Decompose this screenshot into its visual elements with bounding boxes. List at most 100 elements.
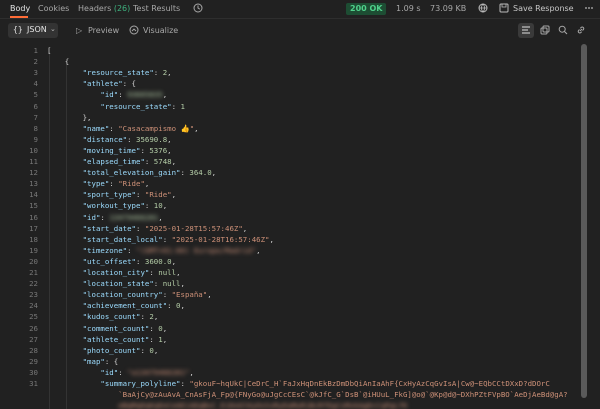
format-dropdown[interactable]: {} JSON ⌄	[8, 23, 58, 38]
line-content: "distance": 35690.8,	[47, 134, 172, 145]
code-token: "name"	[47, 123, 110, 133]
line-number: 12	[29, 168, 38, 178]
tab-test-results[interactable]: Test Results	[133, 4, 180, 13]
tab-headers[interactable]: Headers (26)	[78, 4, 130, 13]
line-content: "kudos_count": 2,	[47, 311, 159, 322]
globe-icon[interactable]	[478, 3, 488, 13]
line-number: 10	[29, 145, 38, 155]
code-token: "resource_state"	[47, 101, 172, 111]
line-number: 7	[33, 112, 38, 122]
save-icon[interactable]	[499, 3, 509, 13]
copy-icon[interactable]	[540, 25, 550, 35]
code-line: 29 "map": {	[0, 356, 580, 367]
code-token: 93665835	[127, 90, 163, 100]
search-icon[interactable]	[558, 25, 568, 35]
line-number: 4	[33, 79, 38, 89]
code-line: `BaAjCy@zAuAvA_CnAsFjA_Fp@{FNyGo@uJgCcCE…	[0, 389, 580, 400]
code-token: "2025-01-28T16:57:46Z"	[171, 234, 270, 244]
line-number: 1	[33, 46, 38, 55]
line-content: `BaAjCy@zAuAvA_CnAsFjA_Fp@{FNyGo@uJgCcCE…	[47, 389, 568, 400]
code-token: "map"	[47, 356, 105, 366]
code-token: 1	[180, 101, 185, 111]
status-badge[interactable]: 200 OK	[346, 3, 387, 15]
code-token: null	[158, 268, 177, 277]
code-line: 20 "utc_offset": 3600.0,	[0, 256, 580, 267]
line-content: "athlete": {	[47, 78, 136, 89]
code-token: `BaAjCy@zAuAvA_CnAsFjA_Fp@{FNyGo@uJgCcCE…	[47, 390, 568, 400]
format-label: JSON	[27, 25, 47, 34]
code-token: 364.0	[189, 168, 212, 178]
code-token: ,	[194, 123, 199, 133]
code-token: 5748	[153, 157, 172, 166]
code-token: : {	[104, 356, 119, 366]
code-line: eBqMqDqKqEeCeAEiAEqBsC_EiDoGlKyOsSvRyEaM…	[0, 400, 580, 409]
code-line: 27 "athlete_count": 1,	[0, 334, 580, 345]
code-token: "Ride"	[118, 179, 145, 189]
response-size[interactable]: 73.09 KB	[430, 4, 466, 13]
code-token: :	[118, 367, 128, 377]
code-token: :	[153, 68, 163, 78]
line-content: "start_date_local": "2025-01-28T16:57:46…	[47, 234, 274, 245]
line-content: "athlete_count": 1,	[47, 334, 168, 345]
line-number: 16	[29, 212, 38, 222]
line-number: 8	[33, 123, 38, 133]
code-token: "start_date"	[47, 223, 136, 233]
code-token: "sport_type"	[47, 190, 136, 200]
code-token: ,	[189, 367, 194, 377]
code-token: "summary_polyline"	[47, 379, 181, 388]
code-token: 5376	[149, 145, 168, 155]
chevron-down-icon: ⌄	[50, 25, 56, 33]
line-content: "workout_type": 10,	[47, 200, 168, 211]
code-token: 3600.0	[144, 256, 172, 266]
code-line: 22 "location_state": null,	[0, 278, 580, 289]
code-token: "athlete"	[47, 79, 123, 89]
visualize-icon[interactable]	[129, 25, 139, 35]
line-content: "comment_count": 0,	[47, 323, 168, 334]
body-toolbar: {} JSON ⌄ ▷ Preview Visualize	[0, 19, 600, 41]
response-time[interactable]: 1.09 s	[396, 4, 421, 13]
code-token: :	[162, 290, 172, 300]
code-token: ,	[144, 179, 150, 189]
line-content: "id": 13479466281,	[47, 212, 163, 223]
headers-count: (26)	[113, 4, 131, 13]
code-token: ,	[180, 301, 185, 311]
code-token: :	[171, 101, 181, 111]
line-content: "type": "Ride",	[47, 178, 150, 189]
save-response-button[interactable]: Save Response	[513, 4, 574, 13]
line-number: 15	[29, 201, 38, 211]
code-token: :	[127, 245, 136, 255]
code-token: "timezone"	[47, 245, 128, 255]
more-icon[interactable]	[584, 3, 594, 13]
line-content: "start_date": "2025-01-28T15:57:46Z",	[47, 223, 248, 234]
code-token: "elapsed_time"	[47, 157, 145, 166]
history-icon[interactable]	[193, 3, 203, 13]
code-line: 17 "start_date": "2025-01-28T15:57:46Z",	[0, 223, 580, 234]
code-token: ,	[171, 157, 177, 166]
response-body-code[interactable]: 1[2 {3 "resource_state": 2, 4 "athlete": …	[0, 42, 580, 409]
line-number: 18	[29, 234, 38, 244]
code-line: 8 "name": "Casacampismo 👍",	[0, 123, 580, 134]
tab-body[interactable]: Body	[10, 4, 30, 13]
code-token: "photo_count"	[47, 345, 141, 355]
code-token: :	[167, 301, 177, 311]
code-token: "gkouF~hqUkC|CeDrC_H`FaJxHqDnEkBzDmDbQiA…	[189, 379, 550, 388]
code-token: "utc_offset"	[47, 256, 136, 266]
line-number: 11	[29, 157, 38, 166]
code-token: ,	[162, 334, 168, 344]
line-number: 31	[29, 379, 38, 388]
link-icon[interactable]	[576, 25, 586, 35]
line-content: "location_city": null,	[47, 267, 181, 278]
code-token: ,	[171, 190, 177, 200]
code-token: "2025-01-28T15:57:46Z"	[144, 223, 243, 233]
line-number: 13	[29, 179, 38, 189]
visualize-button[interactable]: Visualize	[143, 26, 178, 35]
line-content: "moving_time": 5376,	[47, 145, 172, 156]
preview-button[interactable]: Preview	[88, 26, 119, 35]
code-token: :	[136, 223, 145, 233]
scrollbar-thumb[interactable]	[581, 44, 587, 398]
line-number: 24	[29, 301, 38, 311]
tab-cookies[interactable]: Cookies	[38, 4, 69, 13]
code-token: :	[127, 134, 136, 144]
line-content: "elapsed_time": 5748,	[47, 156, 176, 167]
code-token: "id"	[47, 367, 119, 377]
